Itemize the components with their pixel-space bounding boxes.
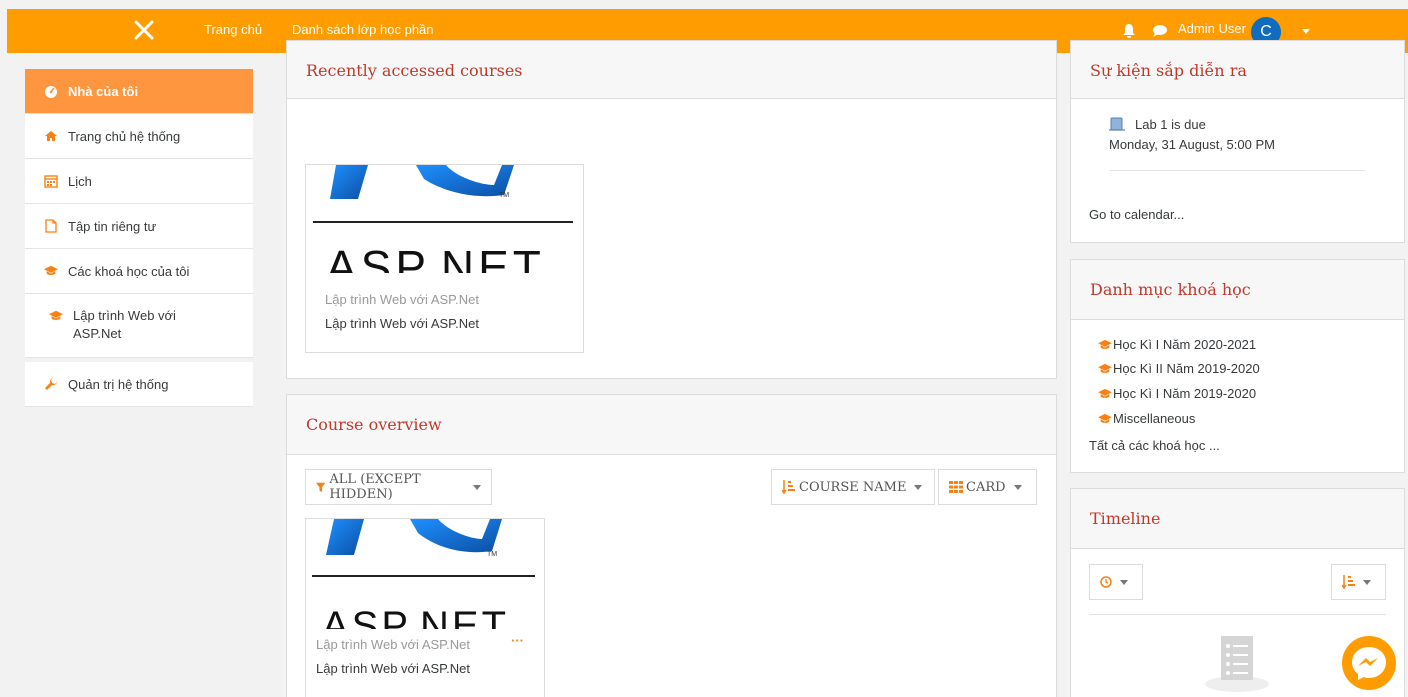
filter-icon <box>316 482 326 492</box>
course-image[interactable]: TM ASP.NET <box>306 519 544 629</box>
clock-icon <box>1100 576 1112 588</box>
chevron-down-icon <box>1013 484 1022 490</box>
category-item[interactable]: Học Kì I Năm 2019-2020 <box>1097 386 1256 401</box>
sidebar-item-private-files[interactable]: Tập tin riêng tư <box>25 204 253 249</box>
logo-text: ASP.NET <box>326 241 545 273</box>
sidebar-item-course-asp[interactable]: Lập trình Web với ASP.Net <box>25 294 253 358</box>
chevron-down-icon <box>1120 579 1128 585</box>
filter-label: ALL (EXCEPT HIDDEN) <box>329 472 421 502</box>
event-name[interactable]: Lab 1 is due <box>1135 117 1206 132</box>
upcoming-events-title: Sự kiện sắp diễn ra <box>1071 41 1404 99</box>
recent-course-card[interactable]: TM ASP.NET Lập trình Web với ASP.Net Lập… <box>305 164 584 353</box>
user-name[interactable]: Admin User <box>1178 21 1246 36</box>
chevron-down-icon <box>473 484 481 490</box>
course-overview-title: Course overview <box>287 395 1056 455</box>
grid-icon <box>949 481 963 493</box>
category-item[interactable]: Học Kì I Năm 2020-2021 <box>1097 337 1256 352</box>
graduation-cap-icon <box>49 310 63 320</box>
all-courses-link[interactable]: Tất cả các khoá học ... <box>1089 438 1220 453</box>
sort-label: COURSE NAME <box>799 479 907 495</box>
sidebar-item-label: Trang chủ hệ thống <box>68 128 181 144</box>
category-label: Học Kì I Năm 2020-2021 <box>1113 337 1257 352</box>
sidebar-item-label: Quản trị hệ thống <box>68 376 169 392</box>
filter-dropdown[interactable]: ALL (EXCEPT HIDDEN) <box>305 469 492 505</box>
aspnet-logo: TM ASP.NET <box>313 165 573 273</box>
view-dropdown[interactable]: CARD <box>938 469 1037 505</box>
chat-icon[interactable] <box>1152 24 1168 38</box>
timeline-sort-dropdown[interactable] <box>1331 564 1386 600</box>
graduation-cap-icon <box>1098 363 1112 373</box>
course-category: Lập trình Web với ASP.Net <box>316 637 471 652</box>
user-menu-chevron-down-icon[interactable] <box>1302 29 1310 34</box>
svg-text:TM: TM <box>487 551 497 558</box>
bell-icon[interactable] <box>1122 23 1136 39</box>
sidebar-item-site-admin[interactable]: Quản trị hệ thống <box>25 362 253 407</box>
course-category: Lập trình Web với ASP.Net <box>325 292 480 307</box>
divider <box>1109 170 1365 171</box>
aspnet-logo: TM ASP.NET <box>312 519 535 629</box>
sort-dropdown[interactable]: COURSE NAME <box>771 469 935 505</box>
wrench-icon <box>45 378 57 390</box>
view-label: CARD <box>966 479 1006 495</box>
event-date: Monday, 31 August, 5:00 PM <box>1109 137 1275 152</box>
graduation-cap-icon <box>1098 388 1112 398</box>
sidebar-item-label: Các khoá học của tôi <box>68 263 190 279</box>
category-label: Học Kì II Năm 2019-2020 <box>1113 361 1260 376</box>
graduation-cap-icon <box>1098 413 1112 423</box>
dashboard-icon <box>45 86 57 98</box>
chevron-down-icon <box>914 484 923 490</box>
overview-course-card[interactable]: TM ASP.NET Lập trình Web với ASP.Net ···… <box>305 518 545 697</box>
graduation-cap-icon <box>1098 339 1112 349</box>
home-icon <box>45 131 57 141</box>
sidebar-item-label: Lập trình Web với ASP.Net <box>73 308 176 341</box>
sort-icon <box>782 480 795 494</box>
calendar-icon <box>44 175 58 188</box>
timeline-title: Timeline <box>1071 489 1404 549</box>
course-name[interactable]: Lập trình Web với ASP.Net <box>316 661 470 676</box>
empty-list-icon <box>1205 636 1269 692</box>
sort-icon <box>1342 575 1355 589</box>
sidebar-item-my-courses[interactable]: Các khoá học của tôi <box>25 249 253 294</box>
messenger-chat-icon[interactable] <box>1340 634 1398 692</box>
sidebar-item-calendar[interactable]: Lịch <box>25 159 253 204</box>
sidebar-item-site-home[interactable]: Trang chủ hệ thống <box>25 114 253 159</box>
graduation-cap-icon <box>44 265 58 275</box>
logo-text: ASP.NET <box>322 604 509 629</box>
left-sidebar: Nhà của tôi Trang chủ hệ thống Lịch Tập … <box>25 69 253 407</box>
timeline-filter-dropdown[interactable] <box>1089 564 1143 600</box>
category-label: Miscellaneous <box>1113 411 1196 426</box>
chevron-down-icon <box>1363 579 1371 585</box>
go-to-calendar-link[interactable]: Go to calendar... <box>1089 207 1184 222</box>
recent-courses-title: Recently accessed courses <box>287 41 1056 99</box>
nav-home-link[interactable]: Trang chủ <box>204 22 262 37</box>
sidebar-item-label: Tập tin riêng tư <box>68 218 157 234</box>
file-icon <box>45 219 57 233</box>
nav-class-list-link[interactable]: Danh sách lớp học phần <box>292 22 434 37</box>
category-item[interactable]: Học Kì II Năm 2019-2020 <box>1097 361 1260 376</box>
divider <box>1089 614 1386 615</box>
course-name[interactable]: Lập trình Web với ASP.Net <box>325 316 479 331</box>
sidebar-item-label: Lịch <box>68 173 92 189</box>
svg-text:TM: TM <box>499 192 509 199</box>
course-actions-menu-icon[interactable]: ··· <box>511 633 524 648</box>
category-label: Học Kì I Năm 2019-2020 <box>1113 386 1257 401</box>
course-image[interactable]: TM ASP.NET <box>306 165 583 273</box>
course-categories-title: Danh mục khoá học <box>1071 260 1404 320</box>
assignment-icon <box>1109 117 1125 131</box>
sidebar-item-label: Nhà của tôi <box>68 83 139 99</box>
close-icon[interactable] <box>131 17 157 43</box>
category-item[interactable]: Miscellaneous <box>1097 411 1195 426</box>
sidebar-item-dashboard[interactable]: Nhà của tôi <box>25 69 253 114</box>
